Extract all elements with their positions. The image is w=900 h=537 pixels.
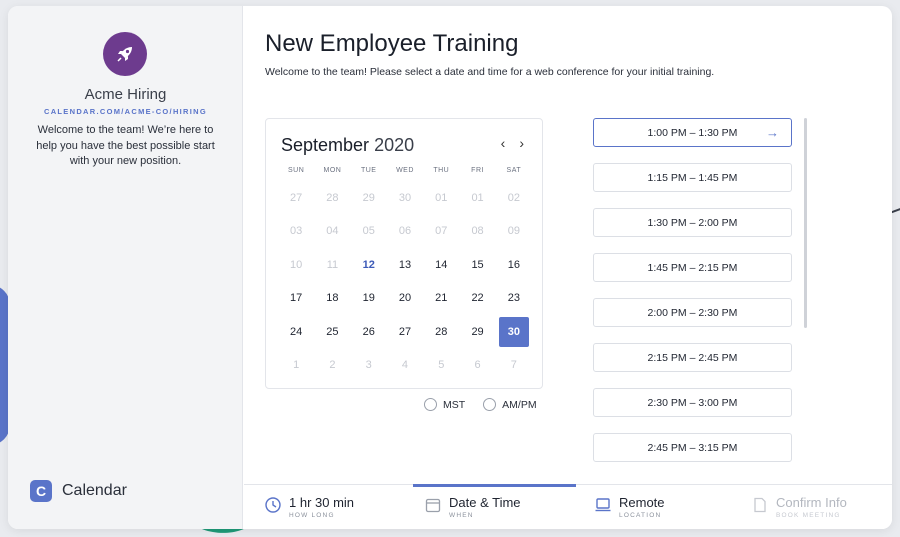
org-description: Welcome to the team! We’re here to help … [36,124,215,167]
time-slot-button[interactable]: 2:15 PM – 2:45 PM [593,343,792,372]
calendar-day: 07 [435,225,448,238]
calendar-logo-icon: C [27,477,52,502]
calendar-day: 5 [438,359,445,372]
booking-card: Acme Hiring CALENDAR.COM/ACME-CO/HIRING … [8,6,892,529]
weekday-header: SAT [506,167,522,174]
prev-month-button[interactable]: ‹ [501,135,506,151]
time-slot-button[interactable]: 1:15 PM – 1:45 PM [593,163,792,192]
time-slot-button[interactable]: 1:30 PM – 2:00 PM [593,208,792,237]
laptop-icon [595,498,611,512]
calendar-day: 27 [290,191,303,204]
time-format-toggle[interactable]: AM/PM [483,398,537,411]
month-nav: ‹ › [501,135,524,151]
calendar-day: 03 [290,225,303,238]
calendar-day: 1 [293,359,300,372]
org-name: Acme Hiring [84,86,167,103]
calendar-day: 29 [362,191,375,204]
step-confirm[interactable]: Confirm Info BOOK MEETING [752,485,847,529]
calendar-day: 7 [510,359,517,372]
time-slot-button[interactable]: 2:30 PM – 3:00 PM [593,388,792,417]
clock-icon [265,497,281,513]
brand-name: Calendar [62,482,127,499]
calendar-day[interactable]: 16 [496,248,532,282]
time-slot-button[interactable]: 2:45 PM – 3:15 PM [593,433,792,462]
calendar-day: 04 [326,225,339,238]
step-location[interactable]: Remote LOCATION [595,485,665,529]
calendar-day[interactable]: 13 [387,248,423,282]
brand[interactable]: C Calendar [27,477,127,502]
calendar-day[interactable]: 23 [496,282,532,316]
calendar-day[interactable]: 24 [278,315,314,349]
weekday-header: MON [323,167,342,174]
time-slot-button[interactable]: 2:00 PM – 2:30 PM [593,298,792,327]
calendar-grid: SUN MON TUE WED THU FRI SAT 27 28 29 30 01 01 02 03 04 0… [278,167,532,382]
calendar-day: 08 [471,225,484,238]
weekday-header: FRI [471,167,484,174]
weekday-header: SUN [288,167,305,174]
sidebar: Acme Hiring CALENDAR.COM/ACME-CO/HIRING … [8,6,243,529]
calendar-day[interactable]: 27 [387,315,423,349]
calendar-day: 4 [401,359,409,372]
calendar-day: 05 [362,225,375,238]
calendar-day[interactable]: 15 [459,248,495,282]
calendar-day: 28 [326,191,339,204]
calendar-day[interactable]: 25 [314,315,350,349]
calendar-day[interactable]: 21 [423,282,459,316]
page-subtitle: Welcome to the team! Please select a dat… [265,66,715,78]
calendar-day: 11 [326,258,339,271]
calendar-day: 01 [435,191,448,204]
org-url-link[interactable]: CALENDAR.COM/ACME-CO/HIRING [8,107,243,116]
selected-day[interactable]: 30 [496,315,532,349]
org-avatar [103,32,147,76]
calendar-day[interactable]: 20 [387,282,423,316]
calendar-day[interactable]: 18 [314,282,350,316]
step-bar: 1 hr 30 min HOW LONG Date & Time WHEN Re… [244,484,892,529]
step-duration[interactable]: 1 hr 30 min HOW LONG [265,485,354,529]
calendar-day: 2 [329,359,336,372]
next-month-button[interactable]: › [519,135,524,151]
calendar-day[interactable]: 19 [351,282,387,316]
date-picker: September 2020 ‹ › SUN MON TUE WED THU FRI SAT… [265,118,543,389]
calendar-icon [425,498,441,513]
weekday-header: THU [433,167,450,174]
month-label: September 2020 [281,135,415,155]
weekday-header: WED [396,167,414,174]
time-slot-list: 1:00 PM – 1:30 PM → 1:15 PM – 1:45 PM 1:30 … [593,118,793,488]
time-slot-button[interactable]: 1:00 PM – 1:30 PM → [593,118,792,147]
calendar-day[interactable]: 17 [278,282,314,316]
time-slot-button[interactable]: 1:45 PM – 2:15 PM [593,253,792,282]
step-date-time[interactable]: Date & Time WHEN [413,484,576,529]
calendar-day[interactable]: 28 [423,315,459,349]
time-slot-scrollbar[interactable] [804,118,807,328]
calendar-day[interactable]: 14 [423,248,459,282]
calendar-day: 6 [474,359,481,372]
timezone-selector[interactable]: MST [424,398,465,411]
document-icon [754,497,766,513]
calendar-day: 09 [507,225,520,238]
rocket-icon [117,47,132,62]
calendar-options: MST AM/PM [424,398,537,411]
calendar-day: 02 [507,191,520,204]
calendar-day: 10 [290,258,303,271]
main-panel: New Employee Training Welcome to the tea… [244,6,892,529]
calendar-day[interactable]: 29 [459,315,495,349]
calendar-day: 01 [471,191,484,204]
globe-icon [424,398,437,411]
today-day[interactable]: 12 [351,248,387,282]
calendar-day[interactable]: 22 [459,282,495,316]
weekday-header: TUE [360,167,377,174]
calendar-day: 06 [398,225,412,238]
calendar-day[interactable]: 26 [351,315,387,349]
arrow-right-icon: → [766,125,779,140]
calendar-day: 30 [398,191,412,204]
calendar-day: 3 [365,359,372,372]
clock-icon [483,398,497,411]
page-title: New Employee Training [265,30,519,57]
